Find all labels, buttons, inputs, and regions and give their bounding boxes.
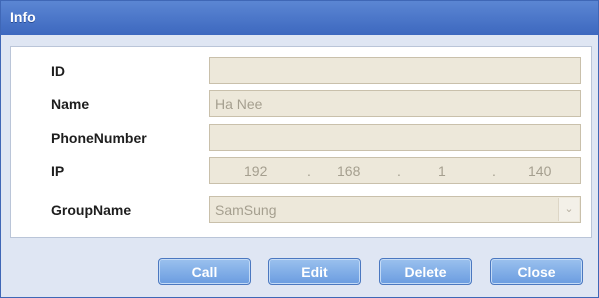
ip-octet-4[interactable]: 140 [528, 163, 551, 179]
ip-field[interactable]: 192 . 168 . 1 . 140 [209, 157, 581, 184]
ip-dot-3: . [492, 163, 496, 179]
phone-row: PhoneNumber [11, 121, 591, 154]
ip-row: IP 192 . 168 . 1 . 140 [11, 154, 591, 187]
ip-dot-1: . [307, 163, 311, 179]
ip-dot-2: . [397, 163, 401, 179]
name-row: Name Ha Nee [11, 87, 591, 120]
id-field[interactable] [209, 57, 581, 84]
phone-field[interactable] [209, 124, 581, 151]
window-title: Info [10, 9, 36, 25]
info-form: ID Name Ha Nee PhoneNumber IP 192 . 168 … [10, 46, 592, 238]
phone-label: PhoneNumber [51, 130, 147, 146]
name-field[interactable]: Ha Nee [209, 90, 581, 117]
info-window: Info ID Name Ha Nee PhoneNumber IP 192 . [0, 0, 599, 298]
ip-octet-3[interactable]: 1 [438, 163, 446, 179]
ip-octet-1[interactable]: 192 [244, 163, 267, 179]
group-select[interactable]: SamSung ⌄ [209, 196, 581, 223]
edit-button[interactable]: Edit [268, 258, 361, 285]
group-label: GroupName [51, 202, 132, 218]
ip-label: IP [51, 163, 65, 179]
id-label: ID [51, 63, 65, 79]
call-button[interactable]: Call [158, 258, 251, 285]
title-bar[interactable]: Info [1, 1, 598, 35]
id-row: ID [11, 54, 591, 87]
name-label: Name [51, 96, 90, 112]
ip-octet-2[interactable]: 168 [337, 163, 360, 179]
name-value: Ha Nee [215, 96, 263, 112]
group-row: GroupName SamSung ⌄ [11, 193, 591, 226]
close-button[interactable]: Close [490, 258, 583, 285]
chevron-down-icon[interactable]: ⌄ [558, 198, 579, 221]
delete-button[interactable]: Delete [379, 258, 472, 285]
group-value: SamSung [215, 202, 277, 218]
